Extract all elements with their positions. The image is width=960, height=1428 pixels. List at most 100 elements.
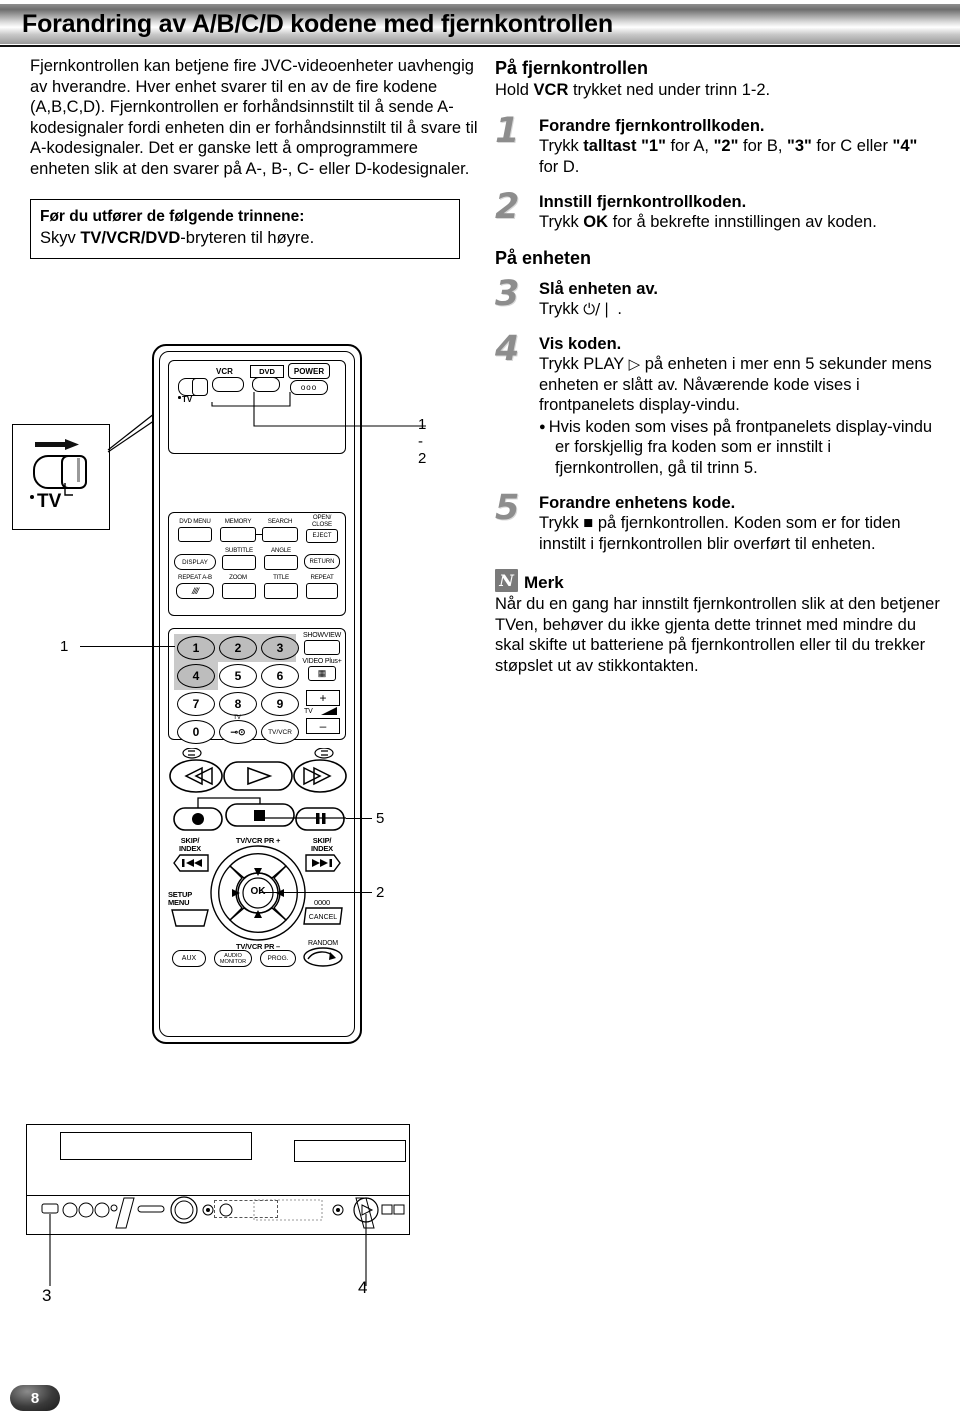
showview-button[interactable] [304,640,340,655]
s2-post: for å bekrefte innstillingen av koden. [608,213,877,231]
callout-leader-1-2 [211,392,426,427]
random-button[interactable] [302,946,344,968]
volume-up-button[interactable]: + [306,690,340,706]
search-button[interactable] [262,527,298,542]
title-button[interactable] [264,583,298,599]
prebox-pre: Skyv [40,229,81,247]
section-sub-remote: Hold VCR trykket ned under trinn 1-2. [495,81,943,100]
key-3[interactable]: 3 [261,636,299,660]
s1-b1: talltast "1" [583,137,666,155]
tv-input-button[interactable]: ⊸⊙ [219,720,257,744]
step-3-number: 3 [495,273,520,314]
eject-button[interactable]: EJECT [306,529,338,543]
key-9[interactable]: 9 [261,692,299,716]
key-1[interactable]: 1 [177,636,215,660]
s5-post: på fjernkontrollen. Koden som er for tid… [539,514,901,553]
s2-pre: Trykk [539,213,584,231]
setup-menu-button[interactable] [170,908,210,928]
section-heading-unit: På enheten [495,247,592,268]
callout-3: 3 [42,1286,52,1305]
step-3-detail: Trykk ⏻/❘ . [539,299,943,320]
switch-tick-icon [64,483,73,496]
step-1: 1 Forandre fjernkontrollkoden. Trykk tal… [495,111,943,177]
return-button[interactable]: RETURN [304,554,340,569]
angle-button[interactable] [264,555,298,570]
before-you-begin-heading: Før du utfører de følgende trinnene: [40,208,305,225]
tv-switch-dot [30,495,34,499]
videoplus-button[interactable]: ▦ [308,666,336,681]
step-5-title: Forandre enhetens kode. [539,494,736,513]
step-2: 2 Innstill fjernkontrollkoden. Trykk OK … [495,187,943,233]
key-4[interactable]: 4 [177,664,215,688]
s1-b4: "4" [892,137,918,155]
key-0[interactable]: 0 [177,720,215,744]
step-3: 3 Slå enheten av. Trykk ⏻/❘ . [495,273,943,320]
left-column: Fjernkontrollen kan betjene fire JVC-vid… [30,56,480,259]
step-4-title: Vis koden. [539,335,622,353]
page-title: Forandring av A/B/C/D kodene med fjernko… [22,9,613,38]
repeat-ab-label: REPEAT A-B [178,574,212,581]
key-6[interactable]: 6 [261,664,299,688]
key-8[interactable]: 8 [219,692,257,716]
step-4-detail: Trykk PLAY ▷ på enheten i mer enn 5 seku… [539,354,943,478]
videoplus-label: VIDEO Plus+ [302,658,342,665]
key-2[interactable]: 2 [219,636,257,660]
record-stop-pause-row [173,797,346,831]
search-label: SEARCH [267,518,293,525]
step-2-number: 2 [495,187,520,227]
power-button[interactable]: POWER [288,363,330,379]
device-callout-leaders [49,1214,367,1286]
audio-monitor-button[interactable]: AUDIO MONITOR [214,950,252,967]
skip-index-left-label-2: INDEX [179,844,201,853]
callout-1: 1 [60,638,69,655]
memory-button[interactable] [220,527,256,542]
step-3-title: Slå enheten av. [539,279,658,298]
svg-text:CANCEL: CANCEL [309,914,338,921]
ok-button[interactable]: OK [244,884,272,898]
header-divider [0,45,960,47]
remote-control-figure: TV VCR DVD POWER ooo 1 - 2 DVD MENU MEMO… [60,344,426,1044]
switch-knob-line [77,458,80,482]
skip-back-button[interactable] [172,854,210,872]
before-you-begin-box: Før du utfører de følgende trinnene: Sky… [30,199,460,259]
remote-sub-key: VCR [533,81,569,99]
s4-pre: Trykk PLAY [539,355,629,373]
aux-button[interactable]: AUX [172,950,206,967]
key-5[interactable]: 5 [219,664,257,688]
repeat-button[interactable] [306,583,338,599]
prog-button[interactable]: PROG. [260,950,296,967]
page-number-badge: 8 [10,1385,60,1411]
callout-1-leader [80,646,175,648]
subtitle-label: SUBTITLE [225,547,253,554]
dvd-menu-button[interactable] [178,527,212,542]
subtitle-button[interactable] [222,555,256,570]
zoom-button[interactable] [222,583,256,599]
step-4-bullet: Hvis koden som vises på frontpanelets di… [539,417,943,479]
cancel-button[interactable]: CANCEL [302,906,344,926]
play-icon: ▷ [628,355,641,373]
step-1-number: 1 [495,111,520,151]
repeat-ab-button[interactable]: //// [176,583,214,599]
s1-b2: "2" [713,137,739,155]
s1-l2: for D. [539,157,580,176]
step-4-number: 4 [495,329,520,369]
s3-pre: Trykk [539,299,584,318]
step-5-detail: Trykk ■ på fjernkontrollen. Koden som er… [539,513,943,554]
display-button[interactable]: DISPLAY [174,554,216,570]
close-label: CLOSE [312,521,332,528]
memory-search-link [256,534,262,536]
volume-down-button[interactable]: – [306,718,340,734]
s5-pre: Trykk [539,514,584,533]
device-front-panel-figure: 3 4 [18,1118,416,1318]
power-icon: ⏻/❘ [583,299,613,318]
step-5-number: 5 [495,488,520,529]
note-header: N Merk [495,569,943,593]
skip-forward-button[interactable] [304,854,342,872]
before-you-begin-text: Skyv TV/VCR/DVD-bryteren til høyre. [40,228,450,249]
tv-vcr-button[interactable]: TV/VCR [261,720,299,744]
zoom-label: ZOOM [229,574,247,581]
key-7[interactable]: 7 [177,692,215,716]
callout-5-leader [346,818,372,820]
prebox-post: -bryteren til høyre. [180,229,315,247]
step-1-detail: Trykk talltast "1" for A, "2" for B, "3"… [539,136,943,177]
